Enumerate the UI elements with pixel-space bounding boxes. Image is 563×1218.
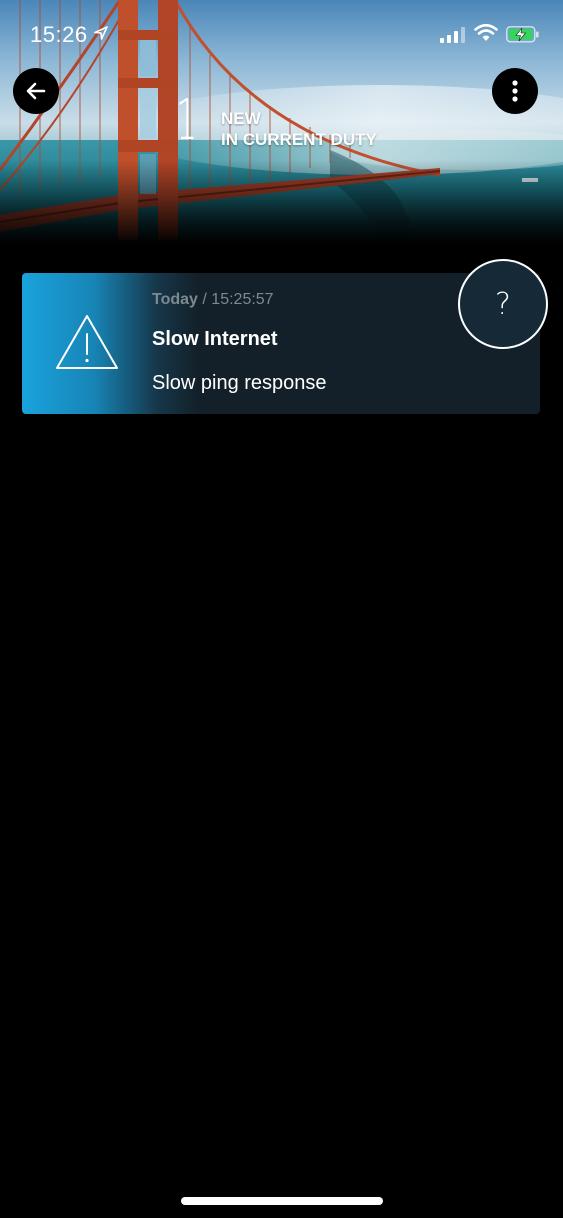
battery-charging-icon <box>506 26 539 43</box>
back-button[interactable] <box>13 68 59 114</box>
more-options-button[interactable] <box>492 68 538 114</box>
alert-message: Slow ping response <box>152 372 327 394</box>
new-alerts-count: 1 <box>176 88 198 153</box>
alert-title: Slow Internet <box>152 328 278 350</box>
status-bar: 15:26 <box>0 0 563 64</box>
alert-timestamp: Today / 15:25:57 <box>152 291 274 309</box>
location-arrow-icon <box>94 26 108 40</box>
alert-date-separator: / <box>202 291 207 308</box>
status-time: 15:26 <box>30 22 88 47</box>
cellular-signal-icon <box>440 27 465 43</box>
home-indicator <box>181 1197 383 1205</box>
wifi-icon <box>474 24 498 41</box>
warning-triangle-icon <box>56 315 118 369</box>
header-banner: 15:26 1 NEW IN CURRENT DUTY <box>0 0 563 245</box>
more-vertical-icon <box>512 80 518 102</box>
alert-time: 15:25:57 <box>211 291 274 308</box>
count-label-new: NEW <box>221 109 261 128</box>
count-label-current-duty: IN CURRENT DUTY <box>221 130 377 149</box>
arrow-left-icon <box>26 82 46 100</box>
help-button[interactable]: ? <box>458 259 548 349</box>
alert-date-label: Today <box>152 291 198 308</box>
